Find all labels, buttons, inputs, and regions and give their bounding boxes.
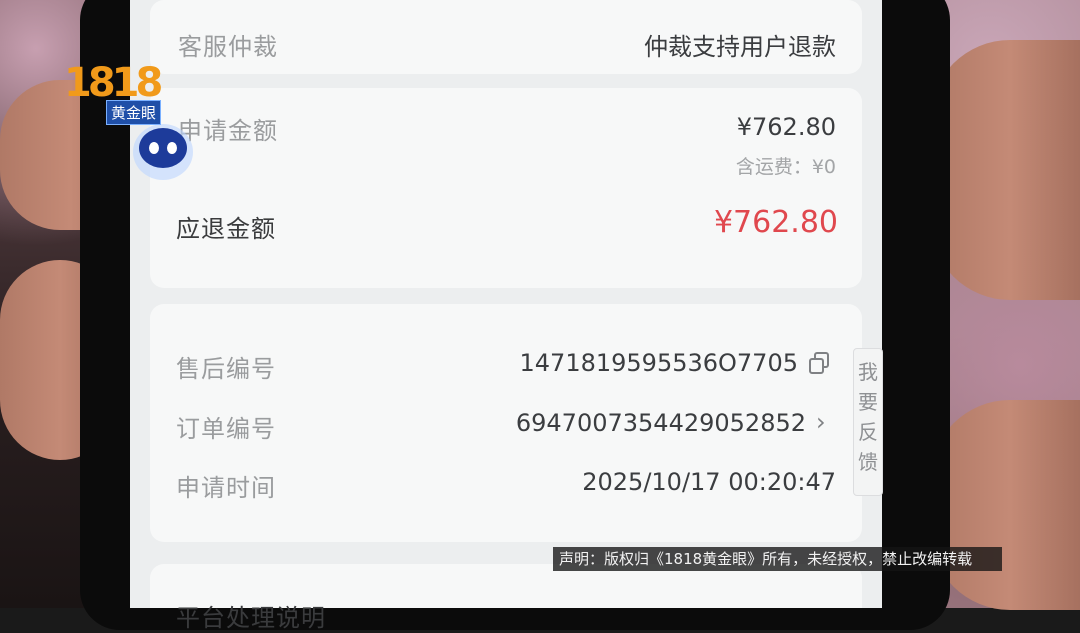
refund-amount-label: 应退金额 xyxy=(176,215,276,243)
apply-time-label: 申请时间 xyxy=(176,474,276,502)
finger-right-top xyxy=(930,40,1080,300)
phone-screen xyxy=(130,0,882,608)
finger-right-bottom xyxy=(930,400,1080,610)
apply-time-value: 2025/10/17 00:20:47 xyxy=(582,468,836,496)
copyright-disclaimer: 声明：版权归《1818黄金眼》所有，未经授权，禁止改编转载 xyxy=(553,547,1002,571)
arbitration-label: 客服仲裁 xyxy=(178,33,278,61)
apply-amount-value: ¥762.80 xyxy=(736,113,836,141)
platform-note-label: 平台处理说明 xyxy=(176,604,326,632)
robot-assistant-icon[interactable] xyxy=(130,118,196,188)
copy-icon[interactable] xyxy=(808,352,830,374)
aftersale-number-value: 1471819595536O7705 xyxy=(519,349,798,377)
station-logo: 1818 黄金眼 xyxy=(64,60,168,125)
order-number-value[interactable]: 6947007354429052852 xyxy=(450,409,806,437)
chevron-right-icon[interactable]: › xyxy=(816,408,826,436)
logo-text: 黄金眼 xyxy=(106,100,162,125)
shipping-fee-text: 含运费：¥0 xyxy=(735,156,836,178)
arbitration-value: 仲裁支持用户退款 xyxy=(644,33,836,61)
aftersale-number-label: 售后编号 xyxy=(176,355,276,383)
refund-amount-value: ¥762.80 xyxy=(713,205,838,240)
feedback-button[interactable]: 我要反馈 xyxy=(853,348,883,496)
order-number-label: 订单编号 xyxy=(176,415,276,443)
